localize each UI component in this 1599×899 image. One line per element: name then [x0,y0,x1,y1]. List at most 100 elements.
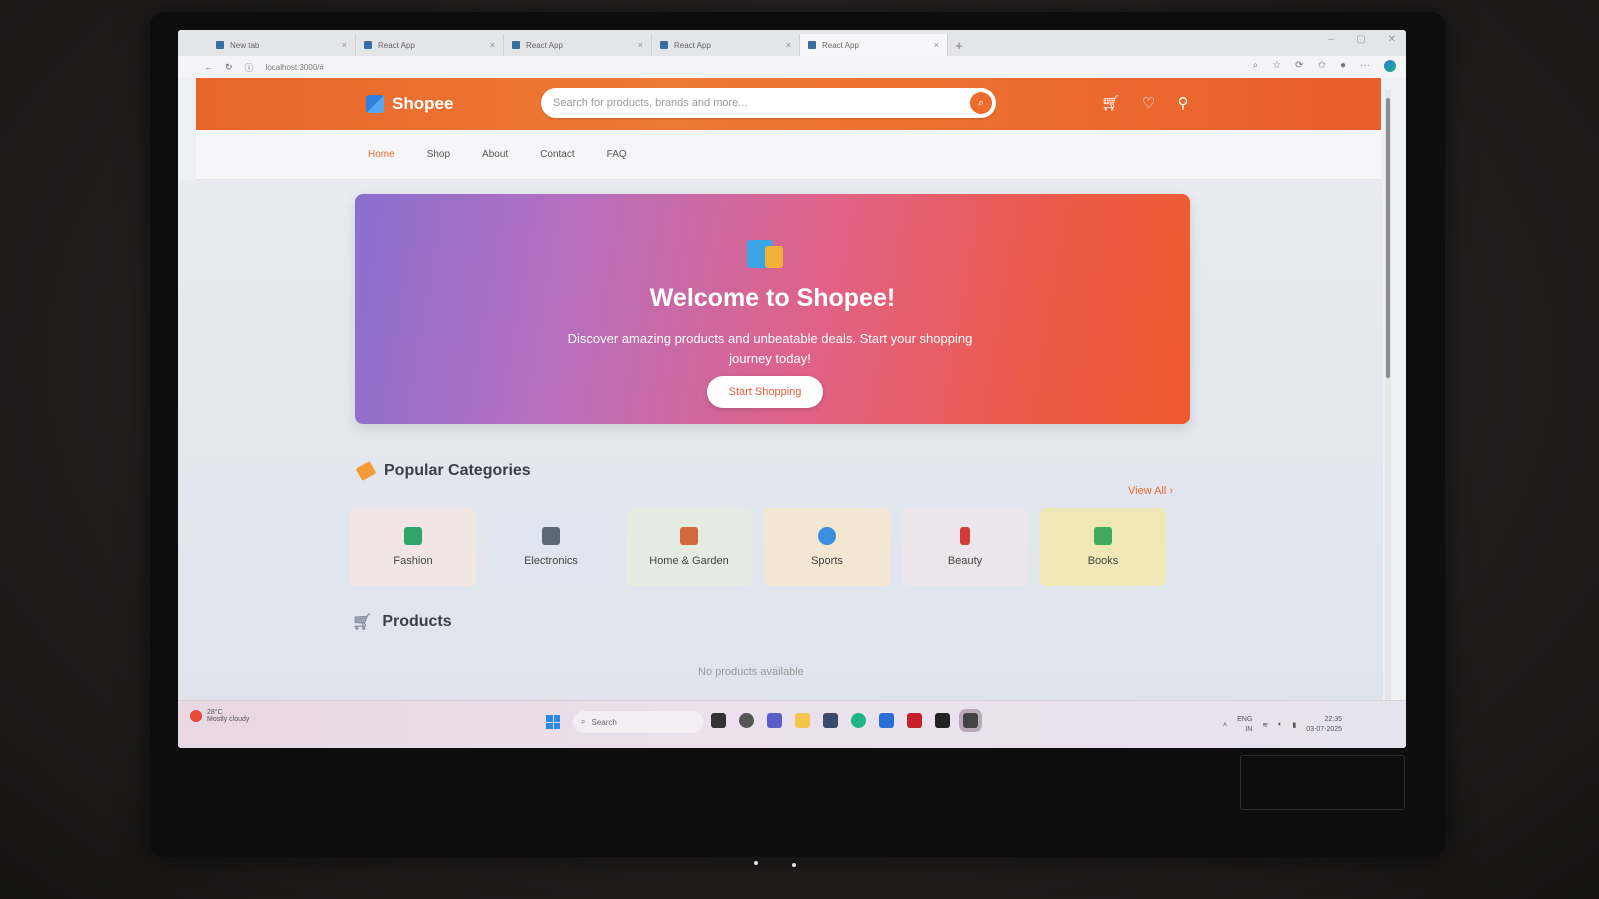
tab-label: React App [526,40,563,50]
category-label: Home & Garden [649,555,729,567]
clock[interactable]: 22:35 03-07-2025 [1306,715,1342,735]
tab-favicon-icon [364,41,372,49]
category-list: Fashion Electronics Home & Garden Sports… [350,508,1166,586]
maximize-icon[interactable]: ▢ [1356,34,1365,45]
browser-tab-active[interactable]: React App × [800,34,948,56]
collections-icon[interactable]: ✩ [1318,60,1326,72]
page-scrollbar[interactable] [1385,90,1391,700]
categories-title: Popular Categories [384,462,531,479]
user-icon[interactable]: ⚲ [1178,94,1189,112]
browser-tab[interactable]: New tab × [208,34,356,56]
language-indicator[interactable]: ENG IN [1237,715,1252,735]
tab-label: New tab [230,40,260,50]
mcafee-icon[interactable] [907,713,922,728]
tab-favicon-icon [512,41,520,49]
search-bar: ⌕ [541,88,996,118]
phone-icon [542,527,560,545]
favorite-star-icon[interactable]: ☆ [1272,60,1281,72]
tab-favicon-icon [216,41,224,49]
url-field[interactable]: localhost:3000/# [266,63,324,72]
ball-icon [818,527,836,545]
profile-icon[interactable]: ● [1340,60,1346,72]
hero-subtitle: Discover amazing products and unbeatable… [567,331,973,366]
nav-item-home[interactable]: Home [368,149,395,160]
browser-toolbar-icons: ⌕ ☆ ⟳ ✩ ● ··· [1253,60,1396,72]
tab-favicon-icon [808,41,816,49]
category-card-sports[interactable]: Sports [764,508,890,586]
app-icon[interactable] [935,713,950,728]
vscode-icon[interactable] [879,713,894,728]
chrome-icon[interactable] [739,713,754,728]
task-view-icon[interactable] [711,713,726,728]
app-header: Shopee ⌕ 🛒︎ ♡ ⚲ [196,78,1381,130]
category-card-home-garden[interactable]: Home & Garden [626,508,752,586]
teams-icon[interactable] [767,713,782,728]
close-icon[interactable]: × [786,40,791,50]
address-bar: ← ↻ ⓘ localhost:3000/# ⌕ ☆ ⟳ ✩ ● ··· [178,56,1406,78]
tab-label: React App [378,40,415,50]
close-icon[interactable]: × [342,40,347,50]
copilot-icon[interactable] [1384,60,1396,72]
new-tab-button[interactable]: + [948,34,970,56]
store-icon[interactable] [823,713,838,728]
main-nav: Home Shop About Contact FAQ [196,130,1381,180]
browser-tab[interactable]: React App × [504,34,652,56]
search-button[interactable]: ⌕ [970,92,992,114]
main-content: Welcome to Shopee! Discover amazing prod… [178,180,1383,700]
zoom-icon[interactable]: ⌕ [1253,60,1259,72]
wifi-icon[interactable]: ≋ [1262,721,1268,729]
extensions-icon[interactable]: ⟳ [1295,60,1303,72]
tab-favicon-icon [660,41,668,49]
search-input[interactable] [553,97,970,109]
nav-item-contact[interactable]: Contact [540,149,574,160]
browser-tab[interactable]: React App × [652,34,800,56]
category-label: Fashion [393,555,433,567]
minimize-icon[interactable]: – [1329,34,1335,45]
taskbar-search[interactable]: ⌕ Search [573,711,703,733]
weather-widget[interactable]: 28°C Mostly cloudy [190,709,249,723]
house-icon [680,527,698,545]
nav-item-shop[interactable]: Shop [427,149,450,160]
nav-item-faq[interactable]: FAQ [607,149,627,160]
battery-icon[interactable]: ▮ [1292,721,1296,729]
scrollbar-thumb[interactable] [1386,98,1390,378]
more-icon[interactable]: ··· [1360,60,1370,72]
close-icon[interactable]: × [638,40,643,50]
shirt-icon [404,527,422,545]
search-icon: ⌕ [581,717,586,726]
os-taskbar: 28°C Mostly cloudy ⌕ Search ˄ ENG IN ≋ 🔈… [178,700,1406,748]
start-shopping-button[interactable]: Start Shopping [707,376,823,408]
weather-desc: Mostly cloudy [207,716,250,723]
browser-tab[interactable]: React App × [356,34,504,56]
terminal-icon[interactable] [963,713,978,728]
nav-item-about[interactable]: About [482,149,508,160]
close-window-icon[interactable]: ✕ [1388,34,1396,45]
products-title: Products [382,613,452,630]
edge-icon[interactable] [851,713,866,728]
shopping-bags-icon [747,234,785,268]
back-icon[interactable]: ← [204,62,213,72]
category-card-fashion[interactable]: Fashion [350,508,476,586]
close-icon[interactable]: × [934,40,939,50]
close-icon[interactable]: × [490,40,495,50]
category-card-electronics[interactable]: Electronics [488,508,614,586]
chevron-up-icon[interactable]: ˄ [1223,722,1227,729]
cart-icon: 🛒︎ [352,614,373,631]
tag-icon [355,460,377,482]
category-card-beauty[interactable]: Beauty [902,508,1028,586]
refresh-icon[interactable]: ↻ [225,62,233,73]
tab-label: React App [674,40,711,50]
brand-logo[interactable]: Shopee [366,94,453,114]
start-button[interactable] [546,715,560,729]
brand-name: Shopee [392,94,454,113]
products-heading: 🛒︎ Products [352,612,452,632]
browser-tabbar: New tab × React App × React App × React … [178,30,1406,56]
category-card-books[interactable]: Books [1040,508,1166,586]
monitor-reflection [1240,755,1405,810]
heart-icon[interactable]: ♡ [1142,94,1155,112]
file-explorer-icon[interactable] [795,713,810,728]
cart-icon[interactable]: 🛒︎ [1101,94,1120,112]
view-all-link[interactable]: View All › [1128,485,1173,497]
category-label: Electronics [524,555,578,567]
volume-icon[interactable]: 🔈︎ [1278,721,1282,729]
